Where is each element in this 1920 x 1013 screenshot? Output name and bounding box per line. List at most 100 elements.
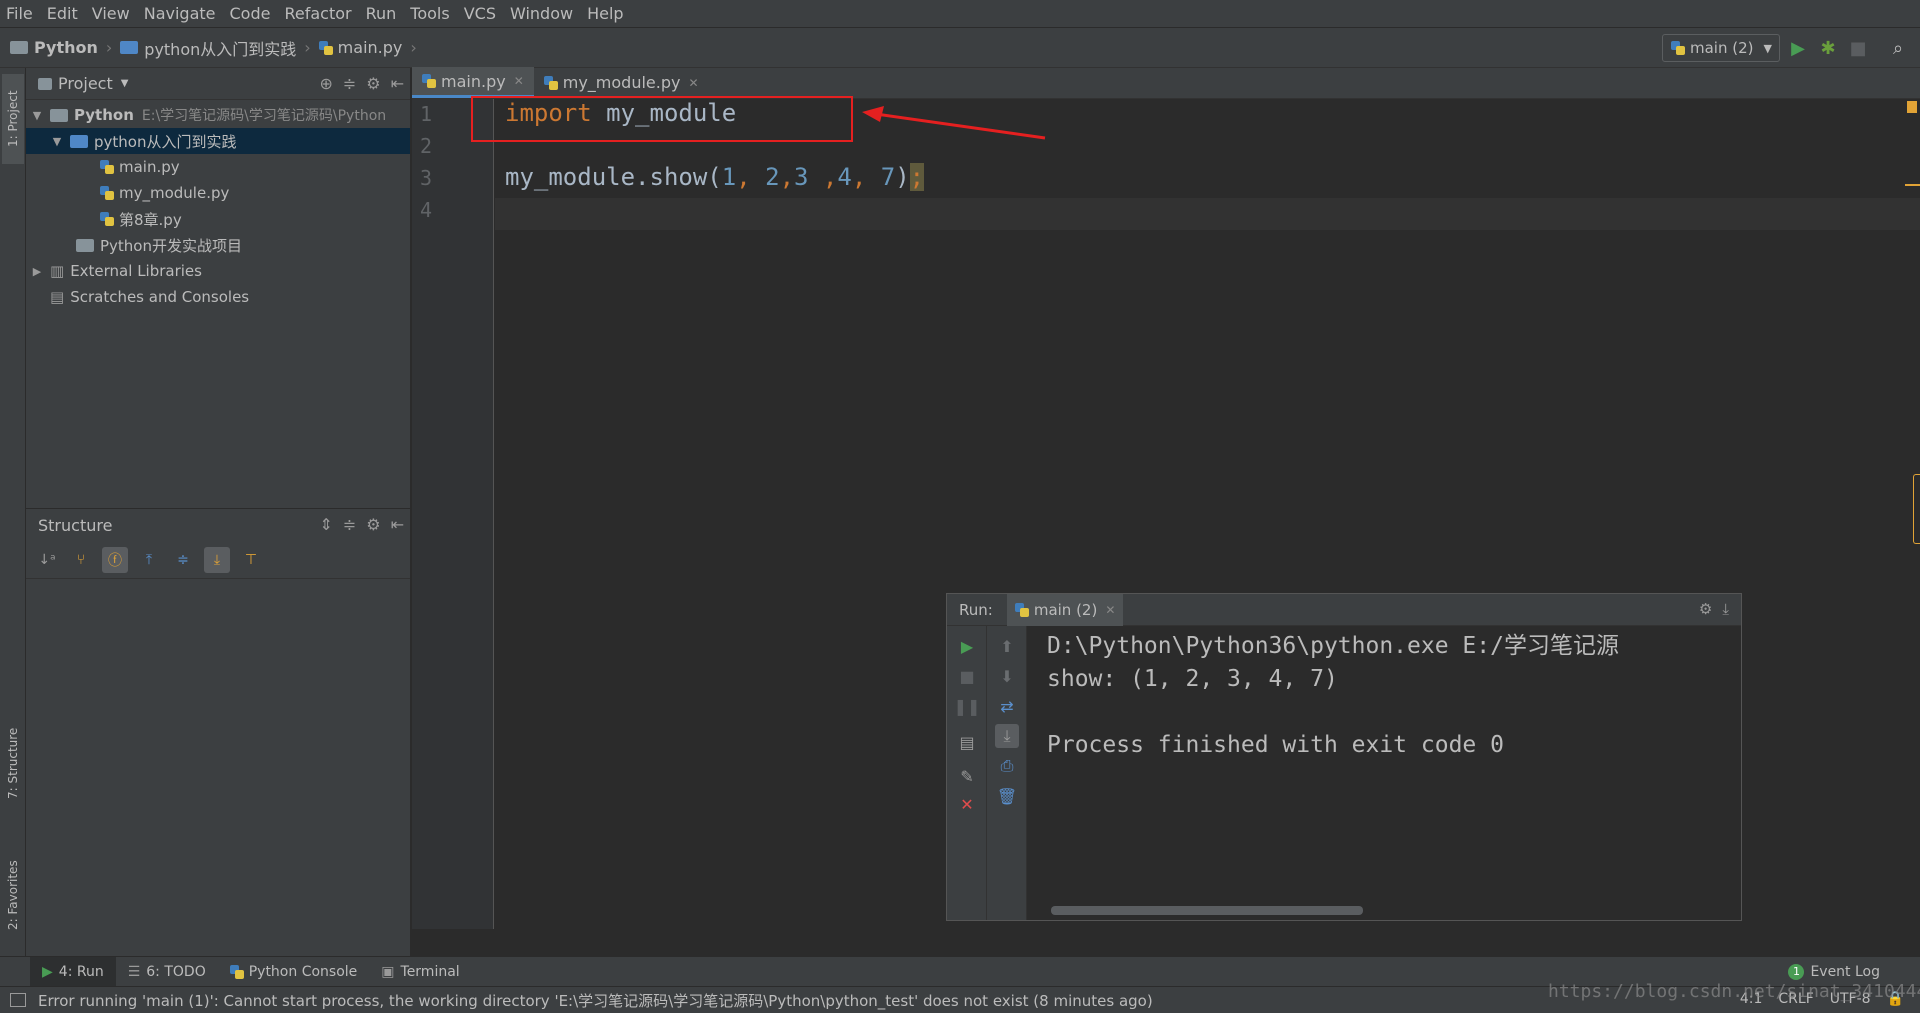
locate-icon[interactable]: ⊕ bbox=[319, 74, 332, 93]
show-fields-icon[interactable]: ⓕ bbox=[102, 546, 128, 573]
expand-all-icon[interactable]: ⇕ bbox=[319, 515, 332, 534]
breadcrumb-file[interactable]: main.py › bbox=[318, 38, 417, 57]
layout-icon[interactable]: ▤ bbox=[955, 730, 979, 754]
tab-run[interactable]: ▶ 4: Run bbox=[30, 956, 116, 987]
menu-edit[interactable]: Edit bbox=[47, 4, 78, 23]
tree-folder-dev-projects[interactable]: Python开发实战项目 bbox=[26, 232, 410, 258]
sort-alpha-icon[interactable]: ↓ᵃ bbox=[34, 547, 60, 573]
tab-python-console[interactable]: Python Console bbox=[218, 957, 370, 987]
gear-icon[interactable]: ⚙ bbox=[1699, 600, 1712, 618]
tree-file-main[interactable]: main.py bbox=[26, 154, 410, 180]
navigation-bar: Python › python从入门到实践 › main.py › bbox=[0, 28, 1920, 68]
debug-bug-icon[interactable]: ✱ bbox=[1816, 36, 1840, 60]
scroll-thumb[interactable] bbox=[1913, 474, 1920, 544]
folder-icon bbox=[76, 238, 94, 252]
gear-icon[interactable]: ⚙ bbox=[366, 74, 380, 93]
arg-number: 3 bbox=[794, 163, 809, 191]
menu-run[interactable]: Run bbox=[366, 4, 397, 23]
close-icon[interactable]: ✕ bbox=[1105, 603, 1115, 617]
arrow-up-icon[interactable]: ⬆ bbox=[995, 634, 1019, 658]
expand-arrow-icon[interactable]: ▼ bbox=[30, 109, 44, 122]
code-line-3[interactable]: my_module.show(1, 2,3 ,4, 7); bbox=[505, 163, 925, 191]
console-output[interactable]: D:\Python\Python36\python.exe E:/学习笔记源 sh… bbox=[1047, 630, 1619, 762]
editor-tabs: main.py ✕ my_module.py ✕ bbox=[412, 67, 1920, 99]
close-icon[interactable]: ✕ bbox=[688, 76, 698, 90]
arg-separator: , bbox=[736, 163, 766, 191]
python-file-icon bbox=[318, 40, 333, 55]
search-icon[interactable]: ⌕ bbox=[1886, 36, 1910, 60]
close-icon[interactable]: ✕ bbox=[514, 74, 524, 88]
console-line: D:\Python\Python36\python.exe E:/学习笔记源 bbox=[1047, 633, 1619, 659]
rerun-icon[interactable]: ▶ bbox=[955, 634, 979, 658]
folder-icon bbox=[10, 41, 28, 54]
expand-arrow-icon[interactable]: ▶ bbox=[30, 265, 44, 278]
show-inherited-icon[interactable]: ⑂ bbox=[68, 547, 94, 573]
collapse-all-icon[interactable]: ≑ bbox=[343, 74, 356, 93]
breadcrumb-root[interactable]: Python › bbox=[10, 38, 112, 57]
project-tool-tab[interactable]: 1: Project bbox=[2, 74, 24, 164]
tab-todo[interactable]: ☰ 6: TODO bbox=[116, 957, 218, 987]
menu-vcs[interactable]: VCS bbox=[464, 4, 496, 23]
project-panel-title[interactable]: Project bbox=[58, 74, 113, 93]
tree-external-libraries[interactable]: ▶ ▥ External Libraries bbox=[26, 258, 410, 284]
pin-icon[interactable]: ✎ bbox=[955, 764, 979, 788]
run-tab-main[interactable]: main (2) ✕ bbox=[1006, 593, 1124, 626]
line-number: 1 bbox=[419, 102, 432, 126]
warning-line-marker[interactable] bbox=[1905, 184, 1920, 186]
chevron-down-icon[interactable]: ▼ bbox=[121, 78, 129, 89]
tree-scratches[interactable]: ▤ Scratches and Consoles bbox=[26, 284, 410, 310]
horizontal-scrollbar[interactable] bbox=[1051, 906, 1363, 915]
run-button[interactable]: ▶ bbox=[1786, 36, 1810, 60]
menu-window[interactable]: Window bbox=[510, 4, 573, 23]
expand-arrow-icon[interactable]: ▼ bbox=[50, 135, 64, 148]
menu-help[interactable]: Help bbox=[587, 4, 623, 23]
hide-panel-icon[interactable]: ⇤ bbox=[391, 74, 404, 93]
menu-view[interactable]: View bbox=[92, 4, 130, 23]
menu-navigate[interactable]: Navigate bbox=[144, 4, 216, 23]
warning-marker-icon[interactable] bbox=[1907, 101, 1917, 113]
project-icon bbox=[38, 77, 52, 90]
stop-icon[interactable]: ■ bbox=[955, 664, 979, 688]
autoscroll-from-source-icon[interactable]: ⊤ bbox=[238, 547, 264, 573]
tab-terminal[interactable]: ▣ Terminal bbox=[369, 957, 471, 987]
hide-panel-icon[interactable]: ⇤ bbox=[391, 515, 404, 534]
expand-icon[interactable]: ⤒ bbox=[136, 547, 162, 573]
breadcrumb-folder[interactable]: python从入门到实践 › bbox=[120, 36, 311, 60]
gear-icon[interactable]: ⚙ bbox=[366, 515, 380, 534]
status-message[interactable]: Error running 'main (1)': Cannot start p… bbox=[38, 990, 1153, 1011]
tab-my-module-py[interactable]: my_module.py ✕ bbox=[534, 67, 709, 98]
editor-gutter: 1 2 3 4 bbox=[412, 99, 494, 929]
tree-root-python[interactable]: ▼ Python E:\学习笔记源码\学习笔记源码\Python bbox=[26, 102, 410, 128]
arg-separator: , bbox=[779, 163, 795, 191]
tab-main-py[interactable]: main.py ✕ bbox=[412, 67, 534, 98]
run-configuration-select[interactable]: main (2) ▼ bbox=[1662, 34, 1780, 62]
close-icon[interactable]: ✕ bbox=[955, 792, 979, 816]
scroll-to-end-icon[interactable]: ⤓ bbox=[995, 724, 1019, 748]
soft-wrap-icon[interactable]: ⇄ bbox=[995, 694, 1019, 718]
python-file-icon bbox=[100, 160, 114, 174]
autoscroll-to-source-icon[interactable]: ⤓ bbox=[204, 546, 230, 573]
menu-tools[interactable]: Tools bbox=[410, 4, 449, 23]
menu-refactor[interactable]: Refactor bbox=[284, 4, 351, 23]
minimize-icon[interactable]: ⤓ bbox=[1722, 600, 1729, 618]
tree-file-chapter8[interactable]: 第8章.py bbox=[26, 206, 410, 232]
annotation-arrow-icon bbox=[862, 106, 1046, 140]
structure-tool-tab[interactable]: 7: Structure bbox=[2, 708, 24, 818]
trash-icon[interactable]: 🗑 bbox=[995, 784, 1019, 808]
toggle-tool-windows-icon[interactable] bbox=[10, 993, 26, 1007]
tree-file-my-module[interactable]: my_module.py bbox=[26, 180, 410, 206]
print-icon[interactable]: ⎙ bbox=[995, 754, 1019, 778]
menu-code[interactable]: Code bbox=[230, 4, 271, 23]
stop-button[interactable]: ■ bbox=[1846, 36, 1870, 60]
pause-icon[interactable]: ❚❚ bbox=[954, 694, 981, 718]
event-log-badge: 1 bbox=[1788, 964, 1805, 980]
favorites-tool-tab[interactable]: 2: Favorites bbox=[2, 848, 24, 943]
collapse-icon[interactable]: ≑ bbox=[170, 547, 196, 573]
folder-icon bbox=[50, 108, 68, 122]
collapse-all-icon[interactable]: ≑ bbox=[343, 515, 356, 534]
arrow-down-icon[interactable]: ⬇ bbox=[995, 664, 1019, 688]
left-tool-stripe: 1: Project 7: Structure 2: Favorites bbox=[0, 68, 26, 956]
tab-label: Python Console bbox=[248, 963, 358, 980]
menu-file[interactable]: File bbox=[6, 4, 33, 23]
tree-folder-python-practice[interactable]: ▼ python从入门到实践 bbox=[26, 128, 410, 154]
